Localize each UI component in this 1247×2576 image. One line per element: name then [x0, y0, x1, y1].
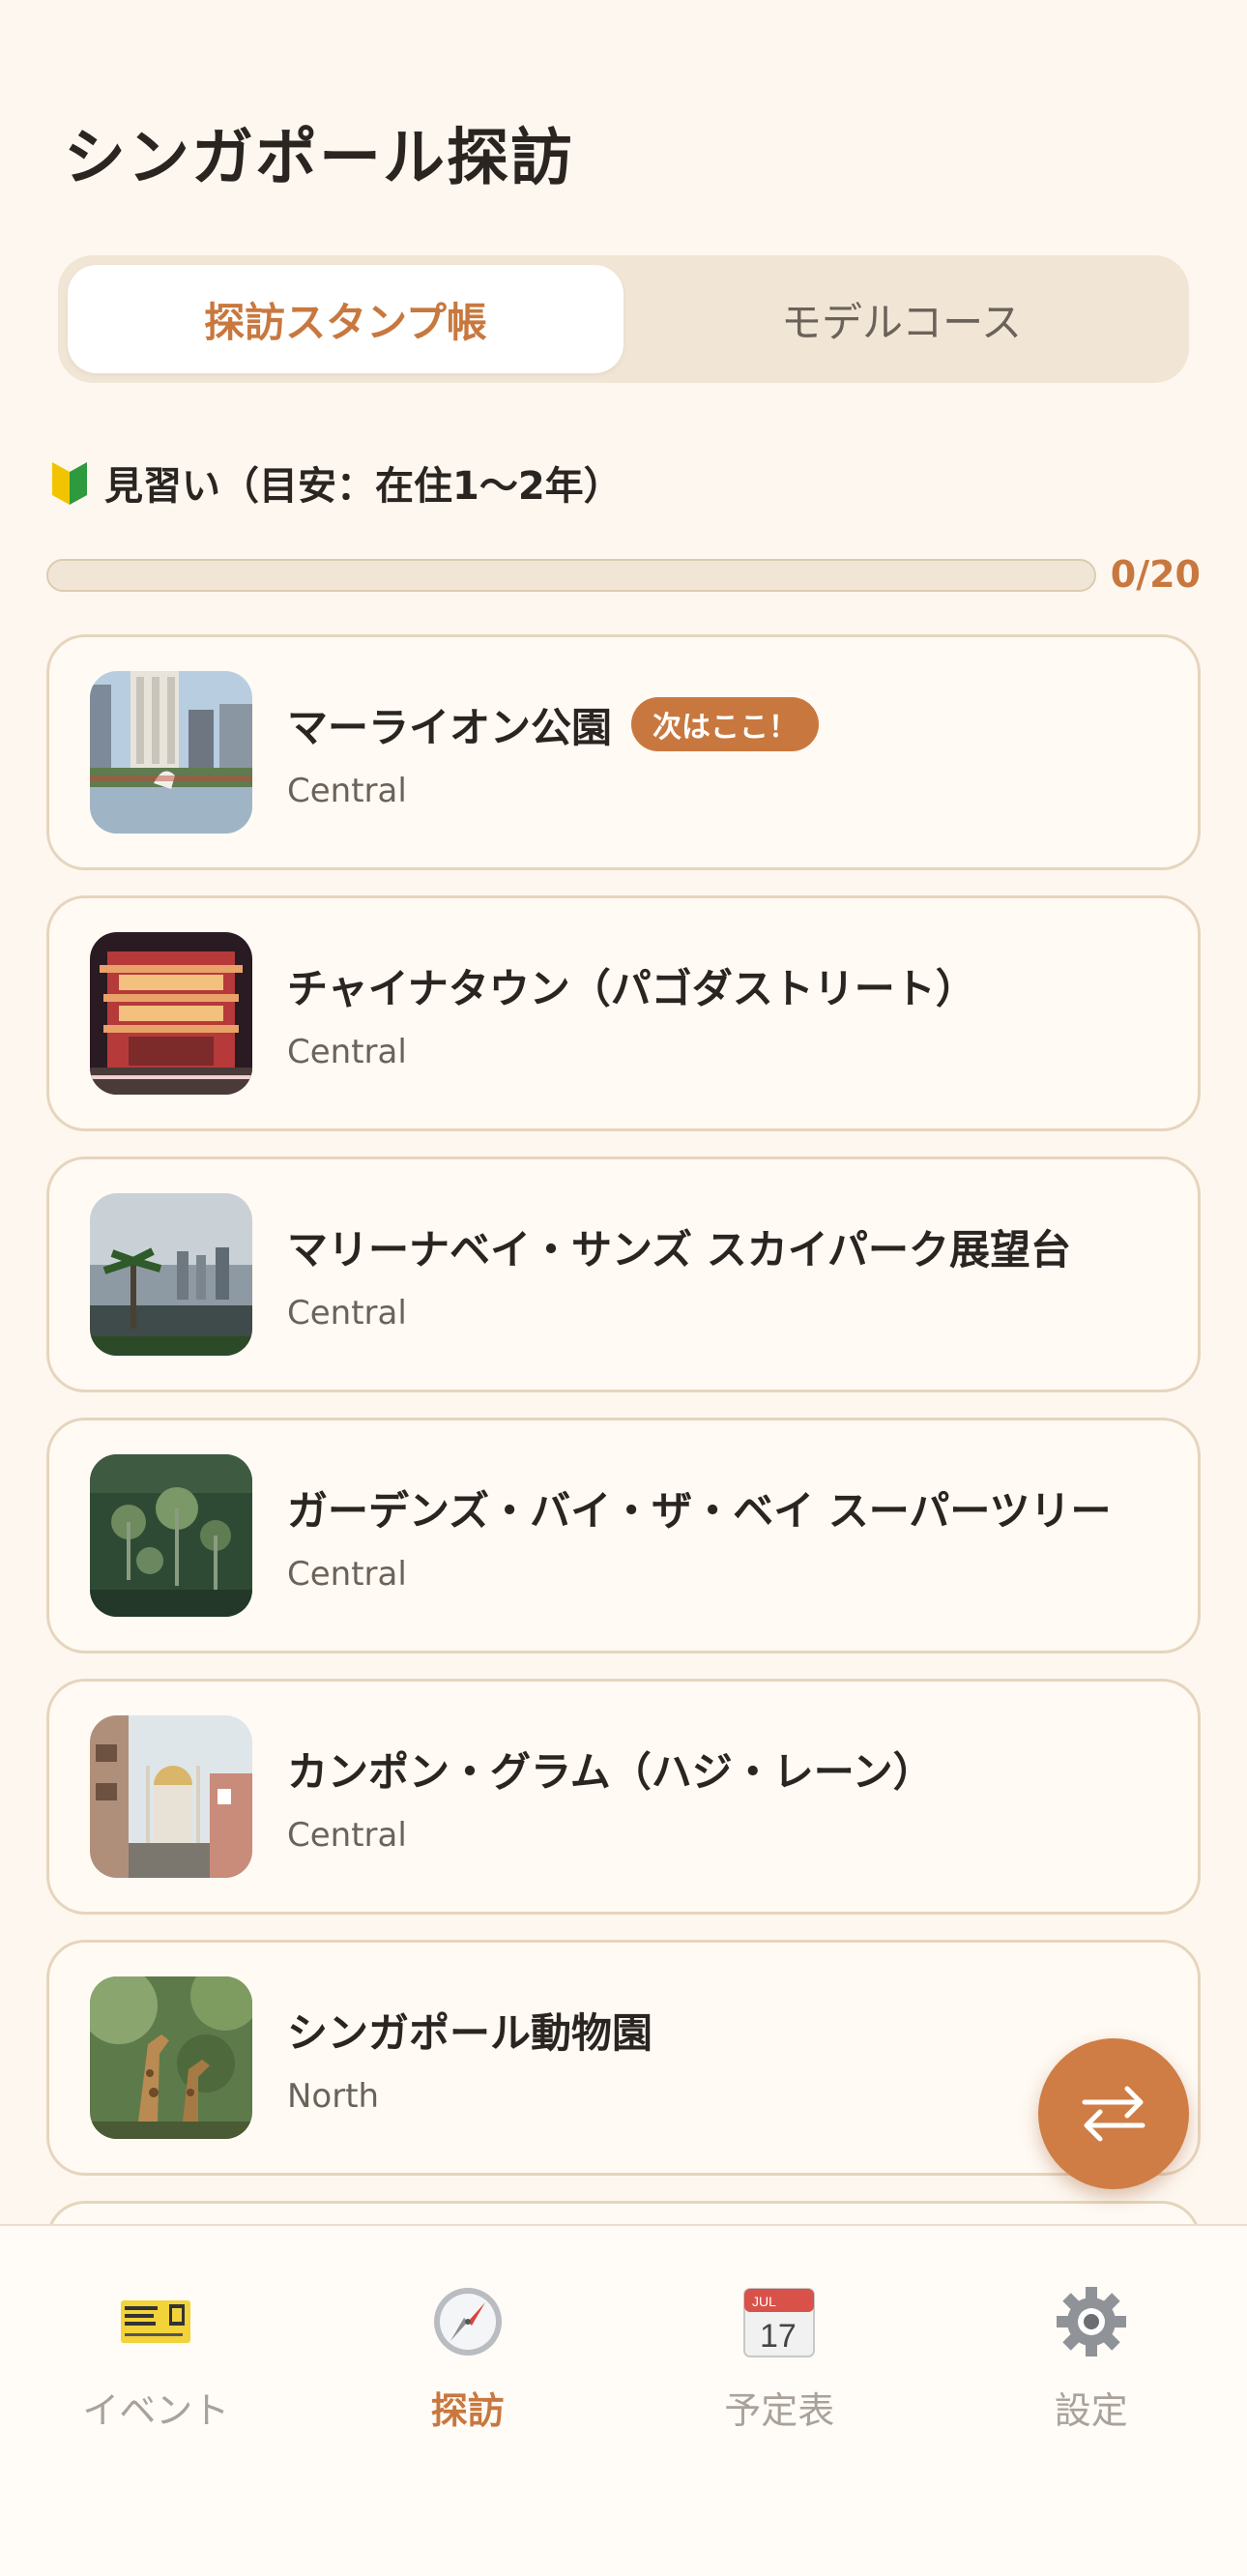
level-row: 見習い（目安：在住1〜2年） — [50, 454, 623, 511]
bottom-tab-bar: イベント 探訪 JUL 17 予定表 設定 — [0, 2224, 1247, 2576]
spot-card-chinatown[interactable]: チャイナタウン（パゴダストリート） Central — [46, 895, 1201, 1131]
spot-list: マーライオン公園 次はここ！ Central チャイナタウン（パゴダストリート） — [46, 634, 1201, 2284]
progress-bar — [46, 559, 1096, 592]
spot-card-marina-bay-sands[interactable]: マリーナベイ・サンズ スカイパーク展望台 Central — [46, 1156, 1201, 1392]
tab-stamp-book[interactable]: 探訪スタンプ帳 — [68, 265, 624, 373]
tab-explore[interactable]: 探訪 — [312, 2226, 624, 2576]
page-title: シンガポール探訪 — [64, 122, 574, 194]
tab-label: 探訪 — [430, 2389, 505, 2432]
tab-label: 設定 — [1054, 2389, 1128, 2432]
spot-area: Central — [287, 1815, 407, 1855]
spot-area: Central — [287, 1293, 407, 1332]
spot-card-merlion[interactable]: マーライオン公園 次はここ！ Central — [46, 634, 1201, 870]
spot-name: マーライオン公園 — [287, 703, 613, 751]
calendar-month: JUL — [752, 2294, 776, 2309]
spot-thumbnail — [90, 1715, 252, 1878]
spot-thumbnail — [90, 1976, 252, 2139]
spot-name: シンガポール動物園 — [287, 2008, 653, 2057]
swap-arrows-icon — [1082, 2086, 1146, 2142]
progress-count: 0/20 — [1110, 553, 1201, 596]
tab-schedule[interactable]: JUL 17 予定表 — [624, 2226, 936, 2576]
swap-fab-button[interactable] — [1038, 2038, 1189, 2189]
tab-model-course[interactable]: モデルコース — [624, 265, 1179, 373]
spot-thumbnail — [90, 932, 252, 1095]
spot-card-kampong-glam[interactable]: カンポン・グラム（ハジ・レーン） Central — [46, 1679, 1201, 1915]
gear-icon — [1054, 2284, 1129, 2359]
compass-icon — [430, 2284, 506, 2359]
calendar-icon: JUL 17 — [741, 2284, 817, 2359]
calendar-day: 17 — [760, 2318, 797, 2355]
tab-label: 予定表 — [724, 2389, 835, 2432]
spot-thumbnail — [90, 1193, 252, 1356]
next-badge: 次はここ！ — [631, 697, 820, 751]
spot-area: North — [287, 2076, 380, 2116]
tab-label: イベント — [82, 2389, 230, 2432]
spot-card-gardens-by-the-bay[interactable]: ガーデンズ・バイ・ザ・ベイ スーパーツリー Central — [46, 1418, 1201, 1654]
spot-area: Central — [287, 771, 407, 810]
spot-name: カンポン・グラム（ハジ・レーン） — [287, 1747, 934, 1796]
tab-events[interactable]: イベント — [0, 2226, 312, 2576]
spot-area: Central — [287, 1554, 407, 1594]
spot-name: マリーナベイ・サンズ スカイパーク展望台 — [287, 1225, 1071, 1273]
spot-thumbnail — [90, 671, 252, 834]
tab-settings[interactable]: 設定 — [936, 2226, 1247, 2576]
spot-name: ガーデンズ・バイ・ザ・ベイ スーパーツリー — [287, 1486, 1112, 1535]
spot-card-singapore-zoo[interactable]: シンガポール動物園 North — [46, 1940, 1201, 2176]
level-label: 見習い（目安：在住1〜2年） — [104, 464, 623, 509]
spot-name: チャイナタウン（パゴダストリート） — [287, 964, 976, 1012]
beginner-mark-icon — [52, 462, 87, 505]
ticket-icon — [118, 2284, 193, 2359]
spot-thumbnail — [90, 1454, 252, 1617]
view-segmented-control: 探訪スタンプ帳 モデルコース — [58, 255, 1189, 383]
spot-area: Central — [287, 1032, 407, 1071]
